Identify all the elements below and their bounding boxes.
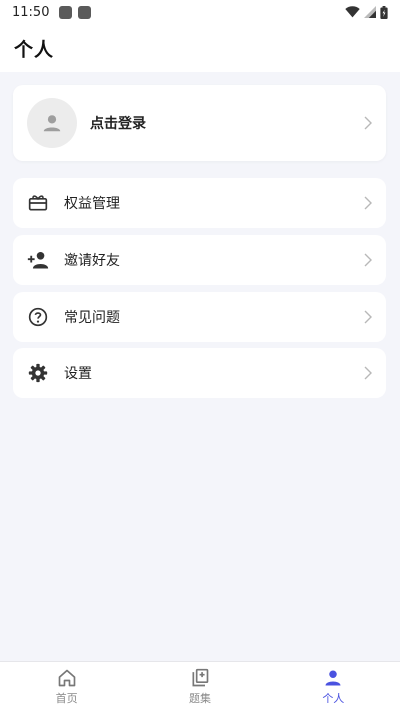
menu-item-faq[interactable]: 常见问题	[13, 292, 386, 342]
page-title: 个人	[14, 38, 55, 61]
menu-item-label: 权益管理	[64, 196, 120, 212]
chevron-right-icon	[364, 366, 372, 380]
chevron-right-icon	[364, 196, 372, 210]
battery-icon	[380, 5, 388, 19]
notification-icon	[78, 5, 92, 19]
signal-icon	[364, 6, 376, 18]
menu-item-label: 常见问题	[64, 310, 120, 326]
nav-item-home[interactable]: 首页	[0, 662, 133, 712]
status-bar: 11:50	[0, 0, 400, 24]
status-indicators	[345, 5, 388, 19]
nav-label: 题集	[188, 692, 211, 705]
menu-item-benefits[interactable]: 权益管理	[13, 178, 386, 228]
status-time: 11:50	[12, 4, 50, 20]
avatar	[27, 98, 77, 148]
person-icon	[325, 670, 341, 686]
bottom-nav: 首页 题集 个人	[0, 661, 400, 712]
gear-icon	[27, 362, 49, 384]
menu-item-label: 设置	[64, 366, 92, 382]
login-card[interactable]: 点击登录	[13, 85, 386, 161]
chevron-right-icon	[364, 253, 372, 267]
person-add-icon	[27, 249, 49, 271]
nav-label: 个人	[322, 692, 345, 705]
nav-label: 首页	[55, 692, 78, 705]
chevron-right-icon	[364, 116, 372, 130]
person-icon	[43, 115, 61, 132]
notification-icon	[59, 5, 73, 19]
menu-item-invite-friends[interactable]: 邀请好友	[13, 235, 386, 285]
login-label: 点击登录	[90, 116, 146, 132]
page-header: 个人	[0, 24, 400, 72]
wifi-icon	[345, 6, 360, 18]
gift-card-icon	[27, 192, 49, 214]
home-icon	[58, 669, 75, 687]
help-circle-icon	[27, 306, 49, 328]
menu-item-label: 邀请好友	[64, 253, 120, 269]
chevron-right-icon	[364, 310, 372, 324]
nav-item-personal[interactable]: 个人	[267, 662, 400, 712]
menu-item-settings[interactable]: 设置	[13, 348, 386, 398]
nav-item-question-set[interactable]: 题集	[133, 662, 266, 712]
question-set-icon	[192, 668, 209, 687]
